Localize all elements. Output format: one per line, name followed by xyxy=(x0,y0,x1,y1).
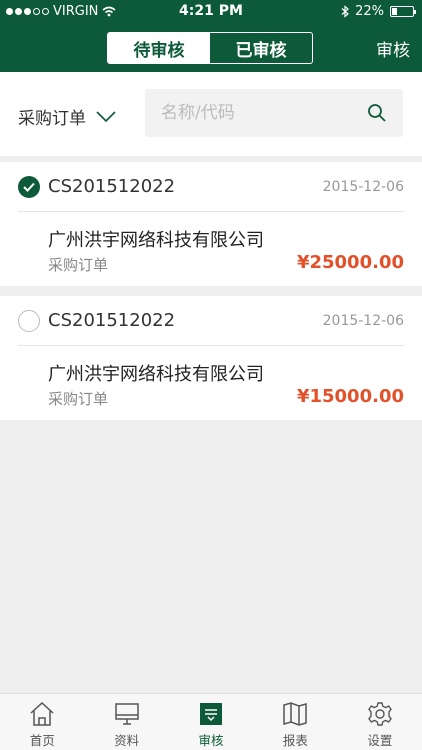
order-date: 2015-12-06 xyxy=(322,179,404,195)
order-amount: ¥25000.00 xyxy=(296,252,404,273)
app-header: VIRGIN 4:21 PM 22% 待审核 已审核 审核 xyxy=(0,0,422,72)
battery-icon xyxy=(390,6,416,17)
order-type: 采购订单 xyxy=(48,390,109,408)
tab-settings[interactable]: 设置 xyxy=(338,694,422,750)
order-card[interactable]: CS201512022 2015-12-06 广州洪宇网络科技有限公司 采购订单… xyxy=(0,296,422,420)
order-number: CS201512022 xyxy=(48,310,176,331)
order-amount: ¥15000.00 xyxy=(296,386,404,407)
bluetooth-icon xyxy=(341,5,350,18)
review-action-button[interactable]: 审核 xyxy=(376,36,410,61)
order-type: 采购订单 xyxy=(48,256,109,274)
search-icon[interactable] xyxy=(367,103,387,123)
chevron-down-icon xyxy=(96,110,116,122)
tab-label: 报表 xyxy=(282,733,308,748)
tab-label: 首页 xyxy=(29,733,55,748)
checkmark-icon xyxy=(23,182,35,192)
filter-bar: 采购订单 xyxy=(0,72,422,156)
order-card-header: CS201512022 2015-12-06 xyxy=(0,162,422,212)
battery-percent: 22% xyxy=(355,4,384,19)
order-type-label: 采购订单 xyxy=(18,109,86,129)
order-card-header: CS201512022 2015-12-06 xyxy=(0,296,422,346)
map-icon xyxy=(283,702,308,726)
search-input[interactable] xyxy=(145,89,403,137)
tab-label: 审核 xyxy=(198,733,224,748)
tab-pending-review[interactable]: 待审核 xyxy=(108,33,210,63)
company-name: 广州洪宇网络科技有限公司 xyxy=(48,364,264,385)
order-number: CS201512022 xyxy=(48,176,176,197)
bottom-tab-bar: 首页 资料 审核 报表 设置 xyxy=(0,693,422,750)
order-type-dropdown[interactable]: 采购订单 xyxy=(18,104,116,129)
search-box xyxy=(145,89,403,137)
review-status-segmented-control: 待审核 已审核 xyxy=(107,32,313,64)
order-date: 2015-12-06 xyxy=(322,313,404,329)
monitor-icon xyxy=(114,703,139,725)
gear-icon xyxy=(367,702,392,726)
tab-reports[interactable]: 报表 xyxy=(253,694,337,750)
order-card[interactable]: CS201512022 2015-12-06 广州洪宇网络科技有限公司 采购订单… xyxy=(0,162,422,286)
checkbox-unchecked[interactable] xyxy=(18,310,40,332)
checkbox-checked[interactable] xyxy=(18,176,40,198)
tab-label: 设置 xyxy=(367,733,393,748)
status-right: 22% xyxy=(341,4,416,19)
tab-reviewed[interactable]: 已审核 xyxy=(210,33,312,63)
tab-review[interactable]: 审核 xyxy=(169,694,253,750)
divider xyxy=(18,211,404,212)
divider xyxy=(18,345,404,346)
review-icon xyxy=(200,703,223,725)
status-bar: VIRGIN 4:21 PM 22% xyxy=(0,0,422,24)
tab-data[interactable]: 资料 xyxy=(84,694,168,750)
home-icon xyxy=(30,701,54,726)
company-name: 广州洪宇网络科技有限公司 xyxy=(48,230,264,251)
tab-home[interactable]: 首页 xyxy=(0,694,84,750)
tab-label: 资料 xyxy=(114,733,140,748)
